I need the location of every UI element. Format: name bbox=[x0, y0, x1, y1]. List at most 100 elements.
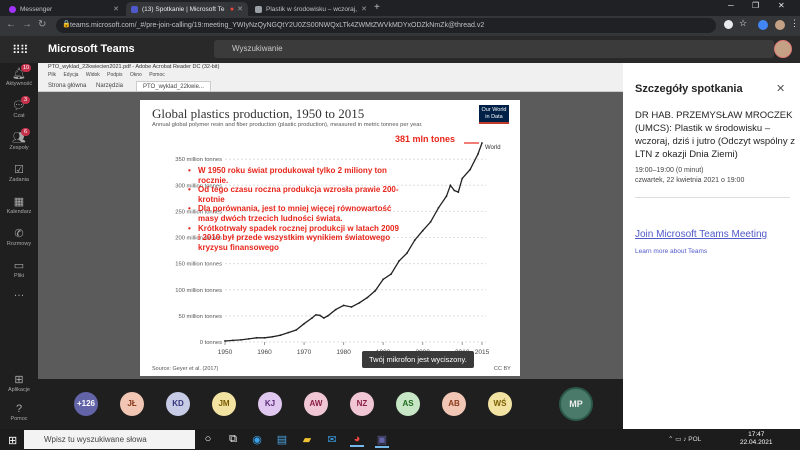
data-point bbox=[295, 329, 298, 331]
participant-avatar[interactable]: JŁ bbox=[120, 392, 144, 416]
rail-item-help[interactable]: ? Pomoc bbox=[0, 403, 38, 422]
participant-avatar[interactable]: WŚ bbox=[488, 392, 512, 416]
star-icon[interactable]: ☆ bbox=[739, 18, 749, 28]
y-tick-label: 150 million tonnes bbox=[175, 262, 222, 268]
file-explorer-icon[interactable]: ▰ bbox=[300, 433, 314, 446]
url-input[interactable]: teams.microsoft.com/_#/pre-join-calling/… bbox=[56, 18, 716, 33]
menu-item[interactable]: Pomoc bbox=[149, 72, 165, 78]
mail-icon[interactable]: ✉ bbox=[325, 433, 339, 446]
lock-icon[interactable]: 🔒 bbox=[62, 20, 71, 28]
join-meeting-link[interactable]: Join Microsoft Teams Meeting bbox=[635, 229, 767, 240]
extension-icon[interactable] bbox=[758, 20, 768, 30]
data-point bbox=[398, 260, 400, 262]
participant-avatar[interactable]: KJ bbox=[258, 392, 282, 416]
rail-item-activity[interactable]: 🔔︎ 10 Aktywność bbox=[0, 64, 38, 87]
browser-tab-messenger[interactable]: Messenger ✕ bbox=[4, 2, 124, 16]
data-point bbox=[322, 317, 325, 319]
search-input[interactable]: Wyszukiwanie bbox=[214, 40, 774, 58]
menu-item[interactable]: Widok bbox=[86, 72, 100, 78]
store-icon[interactable]: ▤ bbox=[275, 433, 289, 446]
rail-item-calendar[interactable]: ▦ Kalendarz bbox=[0, 195, 38, 215]
activity-badge: 10 bbox=[21, 64, 32, 72]
recording-dot-icon: ● bbox=[229, 5, 235, 13]
data-point bbox=[453, 189, 456, 192]
menu-item[interactable]: Podpis bbox=[107, 72, 122, 78]
learn-more-link[interactable]: Learn more about Teams bbox=[635, 248, 707, 255]
participant-avatar[interactable]: JM bbox=[212, 392, 236, 416]
meeting-stage: PTO_wyklad_22kwiecien2021.pdf - Adobe Ac… bbox=[38, 63, 623, 429]
self-avatar[interactable]: MP bbox=[561, 389, 591, 419]
data-point bbox=[477, 153, 479, 155]
data-point bbox=[437, 206, 440, 209]
back-button[interactable]: ← bbox=[6, 19, 16, 30]
close-icon[interactable]: ✕ bbox=[361, 5, 367, 13]
rail-item-calls[interactable]: ✆ Rozmowy bbox=[0, 227, 38, 247]
camera-icon[interactable] bbox=[724, 20, 733, 29]
tasks-icon: ☑ bbox=[14, 164, 24, 176]
rail-item-chat[interactable]: 💬︎ 3 Czat bbox=[0, 96, 38, 119]
close-window-button[interactable]: ✕ bbox=[778, 1, 785, 10]
phone-icon: ✆ bbox=[14, 228, 24, 240]
acrobat-title: PTO_wyklad_22kwiecien2021.pdf - Adobe Ac… bbox=[38, 63, 623, 72]
profile-avatar[interactable] bbox=[775, 20, 785, 30]
minimize-button[interactable]: ─ bbox=[728, 1, 734, 10]
rail-label: Czat bbox=[13, 113, 25, 119]
participant-avatar[interactable]: KD bbox=[166, 392, 190, 416]
data-point bbox=[342, 304, 345, 307]
participant-avatar[interactable]: AS bbox=[396, 392, 420, 416]
apps-icon: ⊞ bbox=[14, 374, 24, 386]
reload-button[interactable]: ↻ bbox=[38, 19, 46, 30]
rail-item-teams[interactable]: 👥︎ 6 Zespoły bbox=[0, 128, 38, 151]
forward-button[interactable]: → bbox=[22, 19, 32, 30]
clock-date: 22.04.2021 bbox=[740, 439, 773, 446]
data-point bbox=[350, 306, 353, 308]
more-participants-button[interactable]: +126 bbox=[74, 392, 98, 416]
more-icon: … bbox=[13, 287, 25, 299]
menu-item[interactable]: Okno bbox=[130, 72, 142, 78]
rail-item-more[interactable]: … bbox=[0, 287, 38, 300]
maximize-button[interactable]: ❐ bbox=[752, 1, 759, 10]
participant-avatar[interactable]: NZ bbox=[350, 392, 374, 416]
menu-item[interactable]: Edycja bbox=[63, 72, 78, 78]
rail-item-files[interactable]: ▭ Pliki bbox=[0, 259, 38, 279]
windows-start-icon[interactable]: ⊞ bbox=[8, 434, 17, 447]
app-launcher-icon[interactable]: ⠿⠿ bbox=[12, 43, 29, 57]
tab-tools[interactable]: Narzędzia bbox=[90, 81, 129, 91]
meeting-date: czwartek, 22 kwietnia 2021 o 19:00 bbox=[635, 177, 745, 184]
rail-label: Rozmowy bbox=[6, 241, 32, 247]
data-point bbox=[311, 317, 313, 319]
tab-document[interactable]: PTO_wyklad_22kwie... bbox=[136, 81, 211, 91]
close-icon[interactable]: ✕ bbox=[776, 82, 785, 95]
rail-item-tasks[interactable]: ☑ Zadania bbox=[0, 163, 38, 183]
language-indicator: POL bbox=[688, 436, 702, 443]
bell-icon: 🔔︎ bbox=[12, 68, 26, 80]
cortana-icon[interactable]: ○ bbox=[201, 433, 215, 445]
browser-tab-plastik[interactable]: Plastik w środowisku – wczoraj, dz ✕ bbox=[250, 2, 372, 16]
teams-taskbar-icon[interactable]: ▣ bbox=[375, 433, 389, 448]
avatar[interactable] bbox=[774, 40, 792, 58]
data-point bbox=[247, 337, 250, 340]
browser-tab-teams[interactable]: (13) Spotkanie | Microsoft Te ● ✕ bbox=[126, 2, 248, 16]
task-view-icon[interactable]: ⧉ bbox=[226, 433, 240, 446]
chrome-icon[interactable]: ◕ bbox=[350, 433, 364, 447]
menu-icon[interactable]: ⋮ bbox=[790, 18, 800, 28]
clock[interactable]: 17:47 22.04.2021 bbox=[740, 431, 773, 447]
new-tab-button[interactable]: + bbox=[374, 2, 380, 13]
web-icon bbox=[255, 5, 262, 13]
divider bbox=[635, 197, 790, 198]
rail-item-apps[interactable]: ⊞ Aplikacje bbox=[0, 373, 38, 393]
taskbar-search-input[interactable]: Wpisz tu wyszukiwane słowa bbox=[24, 430, 195, 449]
menu-item[interactable]: Plik bbox=[48, 72, 56, 78]
data-point bbox=[224, 340, 226, 342]
participant-avatar[interactable]: AW bbox=[304, 392, 328, 416]
edge-icon[interactable]: ◉ bbox=[250, 433, 264, 446]
shared-screen-acrobat: PTO_wyklad_22kwiecien2021.pdf - Adobe Ac… bbox=[38, 63, 623, 379]
chat-icon: 💬︎ bbox=[12, 100, 26, 112]
participant-avatar[interactable]: AB bbox=[442, 392, 466, 416]
close-icon[interactable]: ✕ bbox=[237, 5, 243, 13]
slide-bullets: W 1950 roku świat produkował tylko 2 mil… bbox=[186, 166, 401, 252]
system-tray[interactable]: ⌃ ▭ ♪ POL bbox=[668, 435, 701, 443]
tab-home[interactable]: Strona główna bbox=[42, 81, 92, 91]
close-icon[interactable]: ✕ bbox=[113, 5, 119, 13]
y-tick-label: 350 million tonnes bbox=[175, 157, 222, 163]
